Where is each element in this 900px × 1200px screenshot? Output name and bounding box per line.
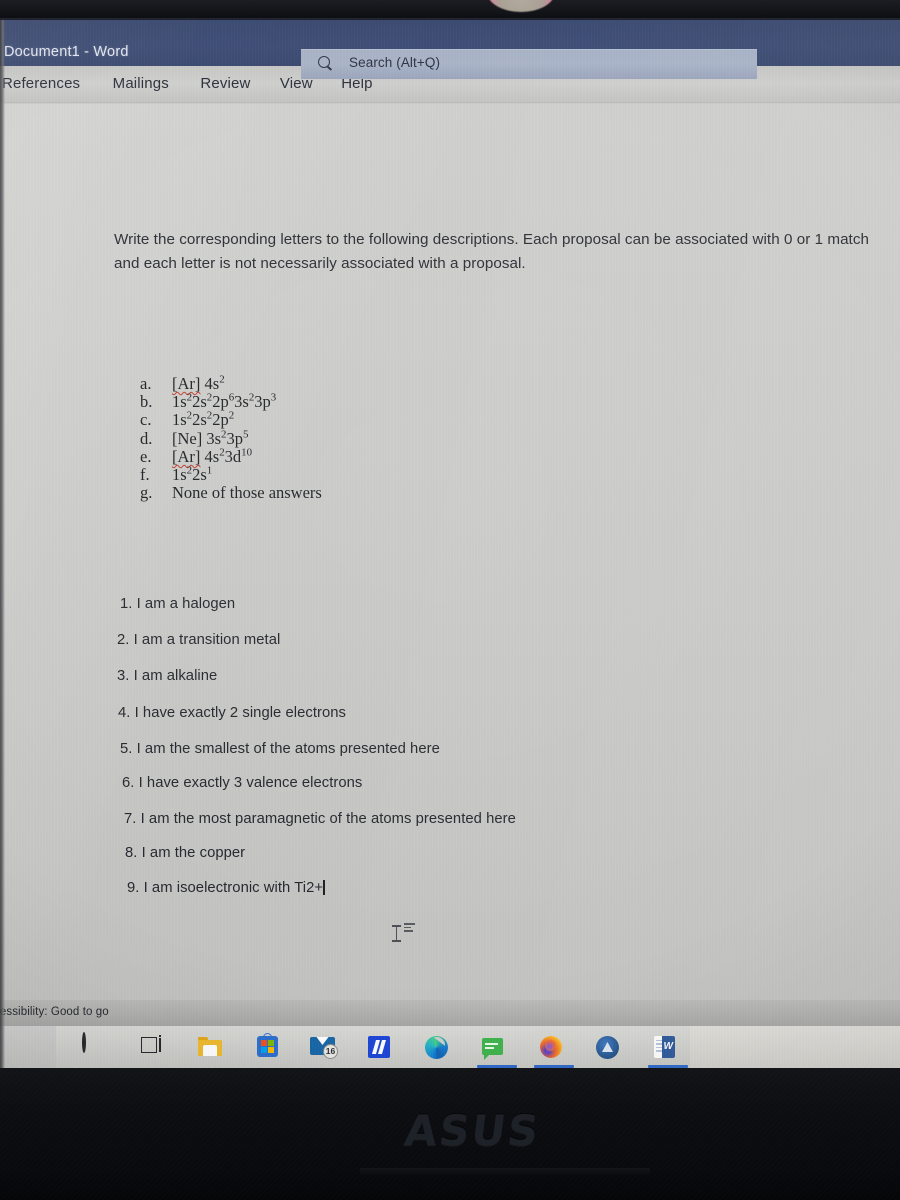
search-placeholder: Search (Alt+Q): [349, 55, 441, 70]
word-status-bar: cessibility: Good to go: [0, 1000, 900, 1026]
ribbon-divider: [0, 102, 900, 104]
taskbar-item-firefox[interactable]: [538, 1034, 568, 1062]
taskbar-item-store[interactable]: [255, 1033, 285, 1062]
lettered-option: e. [Ar] 4s23d10: [140, 446, 470, 466]
task-view-icon: [141, 1035, 161, 1053]
edge-icon: [425, 1036, 448, 1059]
accessibility-status[interactable]: cessibility: Good to go: [0, 1006, 109, 1018]
mail-icon: 16: [310, 1037, 338, 1059]
taskbar-right-pad: [690, 1026, 900, 1068]
option-marker: c.: [140, 410, 152, 430]
taskbar-item-word[interactable]: W: [652, 1034, 682, 1062]
firefox-icon: [540, 1036, 562, 1058]
taskbar-item-edge[interactable]: [424, 1034, 454, 1062]
lettered-option: d. [Ne] 3s23p5: [140, 428, 470, 448]
mouse-cursor: [388, 922, 424, 948]
taskbar-item-search[interactable]: [82, 1032, 112, 1062]
option-marker: d.: [140, 428, 153, 448]
numbered-statement: 9. I am isoelectronic with Ti2+: [127, 880, 325, 896]
option-value: None of those answers: [172, 483, 322, 503]
search-input[interactable]: Search (Alt+Q): [301, 49, 757, 79]
taskbar-running-indicator-chat: [477, 1065, 517, 1068]
laptop-photo: Document1 - Word Search (Alt+Q) Referenc…: [0, 0, 900, 1200]
taskbar-item-blue-circle[interactable]: [595, 1034, 625, 1062]
taskbar-item-chat[interactable]: [481, 1034, 511, 1062]
file-explorer-icon: [198, 1037, 222, 1056]
document-page[interactable]: Write the corresponding letters to the f…: [0, 104, 900, 1000]
lettered-options-list: a. [Ar] 4s2 b. 1s22s22p63s23p3 c. 1s22s22p2 d.…: [140, 373, 470, 503]
numbered-statement: 2. I am a transition metal: [117, 632, 281, 648]
text-ibeam-icon: [392, 925, 401, 942]
option-value: [Ne] 3s23p5: [172, 428, 249, 448]
intro-paragraph: Write the corresponding letters to the f…: [114, 231, 869, 272]
option-marker: f.: [140, 464, 150, 484]
taskbar-item-file-explorer[interactable]: [198, 1034, 228, 1062]
lettered-option: b. 1s22s22p63s23p3: [140, 392, 470, 412]
option-value: [Ar] 4s2: [172, 373, 225, 393]
screen-left-edge-shadow: [0, 20, 5, 1068]
option-marker: a.: [140, 374, 152, 393]
bezel-hinge-bar: [360, 1168, 650, 1175]
mail-unread-badge: 16: [323, 1044, 338, 1059]
option-marker: b.: [140, 392, 153, 412]
tab-mailings[interactable]: Mailings: [113, 66, 169, 92]
chat-icon: [482, 1038, 503, 1055]
blue-circle-icon: [596, 1036, 619, 1059]
tab-review[interactable]: Review: [200, 66, 250, 92]
option-marker: g.: [140, 483, 153, 503]
document-title: Document1 - Word: [4, 44, 129, 60]
numbered-statement: 7. I am the most paramagnetic of the ato…: [124, 811, 516, 827]
taskbar-running-indicator-word: [648, 1065, 688, 1068]
numbered-statement: 8. I am the copper: [125, 845, 246, 861]
numbered-statement: 1. I am a halogen: [120, 596, 236, 612]
taskbar-left-pad: [0, 1026, 56, 1068]
option-value: 1s22s1: [172, 464, 213, 484]
taskbar-item-blue-app[interactable]: [367, 1034, 397, 1062]
numbered-statement: 5. I am the smallest of the atoms presen…: [120, 741, 440, 757]
taskbar-item-task-view[interactable]: [140, 1034, 170, 1062]
bezel-reflection-blob: [487, 0, 555, 12]
taskbar-item-mail[interactable]: 16: [310, 1034, 340, 1062]
taskbar-running-indicator-firefox: [534, 1065, 574, 1068]
laptop-brand-logo: ASUS: [401, 1106, 544, 1155]
lettered-option: f. 1s22s1: [140, 464, 470, 484]
numbered-statement: 6. I have exactly 3 valence electrons: [122, 775, 363, 791]
windows-taskbar: 16 W: [0, 1026, 900, 1068]
option-marker: e.: [140, 446, 152, 466]
tab-references[interactable]: References: [2, 66, 80, 92]
numbered-statement: 4. I have exactly 2 single electrons: [118, 705, 346, 721]
paste-format-icon: [404, 923, 415, 932]
lettered-option: g. None of those answers: [140, 483, 470, 503]
search-icon: [82, 1032, 86, 1053]
lettered-option: c. 1s22s22p2: [140, 410, 470, 430]
search-icon: [317, 55, 334, 72]
microsoft-store-icon: [257, 1033, 278, 1057]
text-caret: [323, 880, 325, 895]
blue-app-icon: [368, 1036, 390, 1058]
numbered-statement: 3. I am alkaline: [117, 668, 218, 684]
lettered-option: a. [Ar] 4s2: [140, 373, 470, 393]
word-icon: W: [654, 1036, 675, 1058]
laptop-screen: Document1 - Word Search (Alt+Q) Referenc…: [0, 20, 900, 1068]
